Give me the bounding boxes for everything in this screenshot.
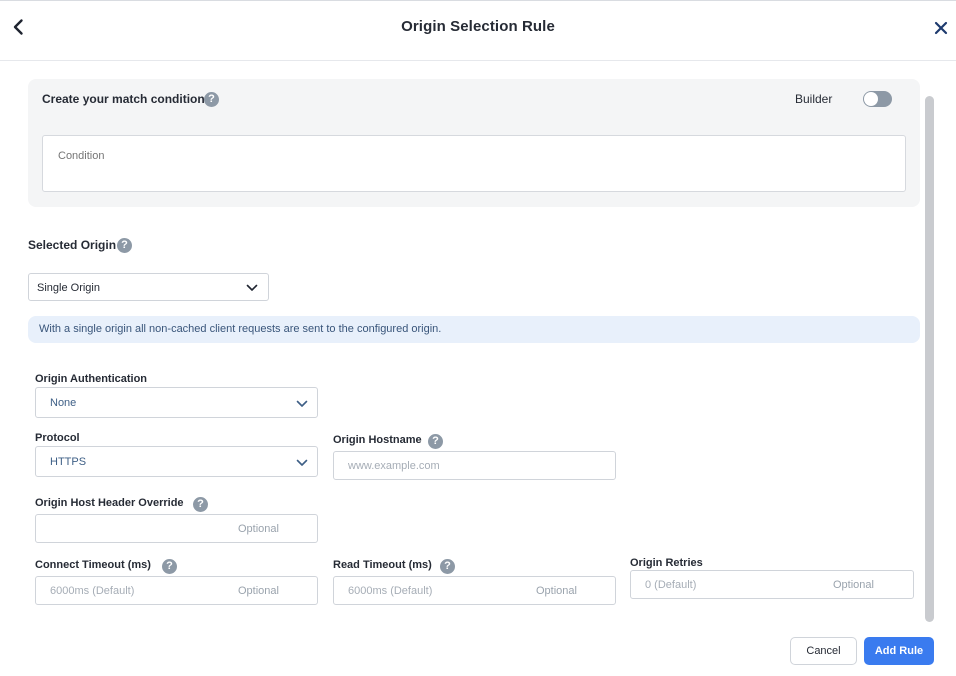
chevron-down-icon	[246, 284, 258, 291]
builder-toggle[interactable]	[863, 91, 892, 107]
origin-hostname-label: Origin Hostname	[333, 434, 422, 446]
help-icon[interactable]: ?	[428, 434, 443, 449]
match-condition-label: Create your match condition	[42, 92, 205, 106]
optional-hint: Optional	[238, 523, 279, 535]
optional-hint: Optional	[833, 579, 874, 591]
protocol-select[interactable]: HTTPS	[35, 446, 318, 477]
selected-origin-label: Selected Origin	[28, 238, 117, 252]
optional-hint: Optional	[238, 585, 279, 597]
selected-origin-select[interactable]: Single Origin	[28, 273, 269, 301]
connect-timeout-input[interactable]: 6000ms (Default) Optional	[35, 576, 318, 605]
origin-auth-select[interactable]: None	[35, 387, 318, 418]
read-timeout-label: Read Timeout (ms)	[333, 559, 432, 571]
host-header-label: Origin Host Header Override	[35, 497, 184, 509]
dialog-title: Origin Selection Rule	[401, 18, 555, 35]
origin-hostname-placeholder: www.example.com	[348, 460, 440, 472]
read-timeout-input[interactable]: 6000ms (Default) Optional	[333, 576, 616, 605]
help-icon[interactable]: ?	[162, 559, 177, 574]
add-rule-button[interactable]: Add Rule	[864, 637, 934, 665]
optional-hint: Optional	[536, 585, 577, 597]
read-timeout-placeholder: 6000ms (Default)	[348, 585, 433, 597]
origin-retries-label: Origin Retries	[630, 557, 703, 569]
help-icon[interactable]: ?	[193, 497, 208, 512]
help-icon[interactable]: ?	[440, 559, 455, 574]
selected-origin-value: Single Origin	[37, 282, 100, 294]
protocol-label: Protocol	[35, 432, 80, 444]
builder-label: Builder	[795, 92, 833, 106]
origin-auth-label: Origin Authentication	[35, 373, 148, 385]
protocol-value: HTTPS	[50, 456, 87, 468]
dialog-header: Origin Selection Rule	[0, 0, 956, 61]
help-icon[interactable]: ?	[204, 92, 219, 107]
close-icon[interactable]	[931, 18, 951, 38]
info-banner: With a single origin all non-cached clie…	[28, 316, 920, 343]
connect-timeout-placeholder: 6000ms (Default)	[50, 585, 135, 597]
chevron-down-icon	[296, 459, 308, 466]
origin-retries-placeholder: 0 (Default)	[645, 579, 697, 591]
toggle-knob	[864, 92, 878, 106]
scrollbar[interactable]	[925, 96, 934, 622]
connect-timeout-label: Connect Timeout (ms)	[35, 559, 151, 571]
help-icon[interactable]: ?	[117, 238, 132, 253]
origin-auth-value: None	[50, 397, 77, 409]
condition-input[interactable]	[42, 135, 906, 192]
info-banner-text: With a single origin all non-cached clie…	[39, 323, 442, 335]
origin-retries-input[interactable]: 0 (Default) Optional	[630, 570, 914, 599]
cancel-button[interactable]: Cancel	[790, 637, 857, 665]
origin-hostname-input[interactable]: www.example.com	[333, 451, 616, 480]
host-header-input[interactable]: Optional	[35, 514, 318, 543]
chevron-down-icon	[296, 400, 308, 407]
